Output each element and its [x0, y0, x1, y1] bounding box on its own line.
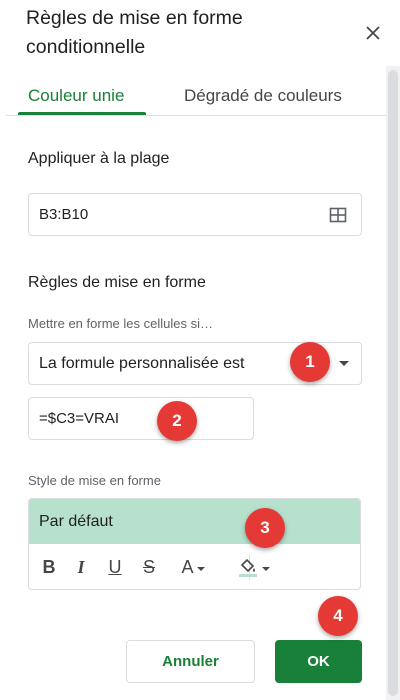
- style-preview[interactable]: Par défaut: [29, 499, 360, 544]
- dialog-header: Règles de mise en forme conditionnelle: [0, 0, 400, 66]
- bold-icon[interactable]: B: [39, 556, 59, 578]
- chevron-down-icon: [339, 361, 349, 366]
- tab-solid-color[interactable]: Couleur unie: [28, 86, 124, 106]
- ok-button[interactable]: OK: [275, 640, 362, 683]
- style-box: Par défaut B I U S A: [28, 498, 361, 590]
- scrollbar[interactable]: [386, 66, 400, 700]
- scrollbar-thumb[interactable]: [388, 70, 398, 696]
- paint-bucket-icon: [238, 558, 257, 577]
- dialog-title: Règles de mise en forme conditionnelle: [26, 7, 243, 58]
- rules-label: Règles de mise en forme: [28, 274, 206, 291]
- annotation-badge-2: 2: [157, 401, 197, 441]
- close-icon: [366, 26, 380, 40]
- cancel-button[interactable]: Annuler: [126, 640, 255, 683]
- style-toolbar: B I U S A: [29, 544, 360, 589]
- style-preview-text: Par défaut: [39, 512, 113, 530]
- style-label: Style de mise en forme: [28, 473, 161, 488]
- tab-divider: [6, 115, 386, 116]
- formula-value: =$C3=VRAI: [39, 410, 120, 427]
- text-color-caret: [196, 567, 205, 571]
- fill-color-caret: [261, 567, 270, 571]
- formula-input[interactable]: =$C3=VRAI: [28, 397, 254, 440]
- range-value: B3:B10: [39, 206, 89, 223]
- annotation-badge-1: 1: [290, 342, 330, 382]
- annotation-badge-3: 3: [245, 508, 285, 548]
- condition-label: Mettre en forme les cellules si…: [28, 316, 213, 331]
- annotation-badge-4: 4: [318, 596, 358, 636]
- italic-icon[interactable]: I: [71, 556, 91, 578]
- condition-value: La formule personnalisée est: [39, 354, 245, 372]
- text-color-icon[interactable]: A: [173, 556, 213, 578]
- underline-icon[interactable]: U: [105, 556, 125, 578]
- tab-color-scale[interactable]: Dégradé de couleurs: [184, 86, 342, 106]
- close-button[interactable]: [358, 18, 388, 48]
- fill-color-icon[interactable]: [231, 556, 275, 578]
- range-label: Appliquer à la plage: [28, 150, 170, 167]
- grid-select-icon[interactable]: [329, 206, 347, 224]
- strikethrough-icon[interactable]: S: [139, 556, 159, 578]
- range-input[interactable]: B3:B10: [28, 193, 362, 236]
